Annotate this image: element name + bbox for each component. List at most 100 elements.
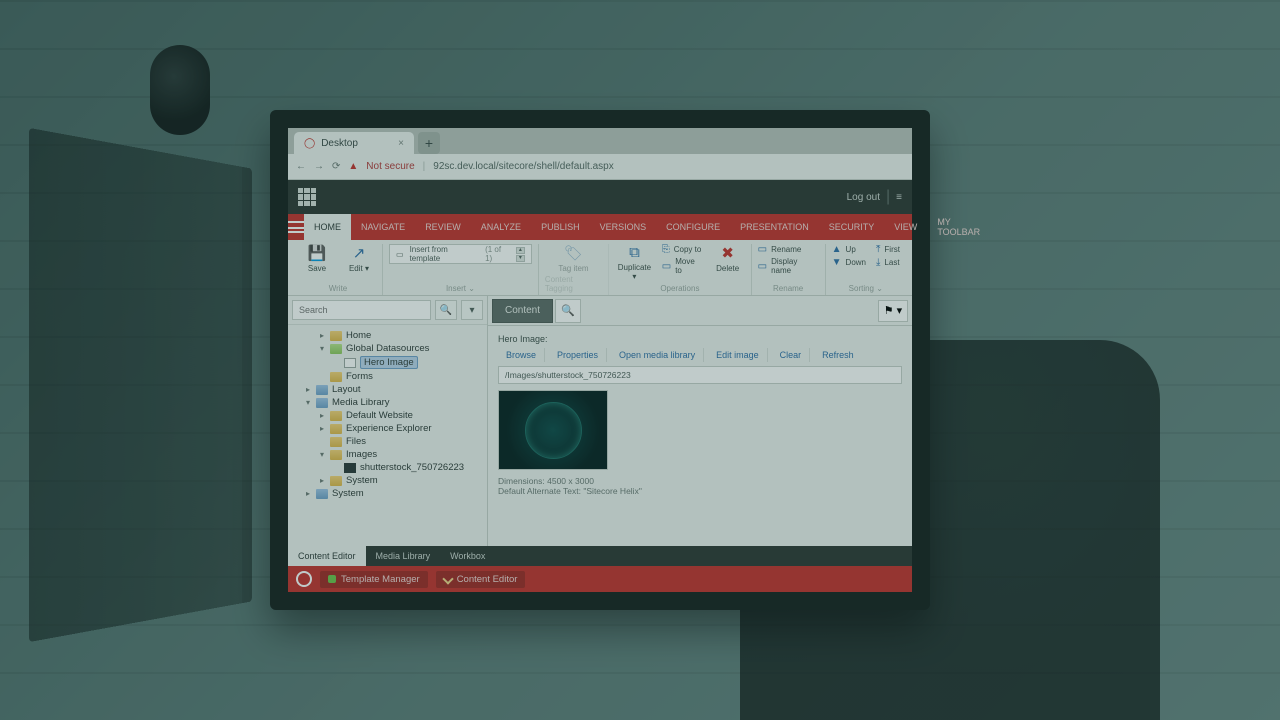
tree-node-global[interactable]: ▾Global Datasources	[290, 342, 485, 355]
browser-tabstrip: ◯ Desktop × +	[288, 128, 912, 154]
edit-button[interactable]: ↗Edit ▾	[342, 244, 376, 273]
image-alt-text: Default Alternate Text: "Sitecore Helix"	[498, 486, 902, 496]
app-launcher-icon[interactable]	[298, 188, 316, 206]
search-input[interactable]	[292, 300, 431, 320]
ribbon-group-insert: ▭ Insert from template (1 of 1) ▴▾ Inser…	[383, 244, 539, 295]
editor-tab-workbox[interactable]: Workbox	[440, 546, 495, 566]
url-divider: |	[423, 161, 426, 172]
tree-node-experience-explorer[interactable]: ▸Experience Explorer	[290, 422, 485, 435]
tree-node-images[interactable]: ▾Images	[290, 448, 485, 461]
search-dropdown[interactable]: ▾	[461, 300, 483, 320]
tree-node-layout[interactable]: ▸Layout	[290, 383, 485, 396]
editor-tab-media[interactable]: Media Library	[366, 546, 441, 566]
editor-tabs: Content Editor Media Library Workbox	[288, 546, 912, 566]
back-icon[interactable]: ←	[296, 161, 306, 172]
ribbon-group-sorting: ▲Up ▼Down ⤒First ⤓Last Sorting ⌄	[826, 244, 906, 295]
webcam	[150, 45, 210, 135]
save-button[interactable]: 💾Save	[300, 244, 334, 273]
ribbon-tab-versions[interactable]: VERSIONS	[590, 214, 657, 240]
move-first-button[interactable]: ⤒First	[876, 244, 900, 255]
tree-node-default-website[interactable]: ▸Default Website	[290, 409, 485, 422]
image-field-actions: Browse Properties Open media library Edi…	[498, 348, 902, 362]
ribbon-tab-configure[interactable]: CONFIGURE	[656, 214, 730, 240]
tree-pane: 🔍 ▾ ▸Home ▾Global Datasources Hero Image…	[288, 296, 488, 546]
display-name-button[interactable]: ▭Display name	[758, 257, 819, 275]
content-pane: Content 🔍 ⚑ ▾ Hero Image: Browse Propert…	[488, 296, 912, 546]
insert-from-template[interactable]: ▭ Insert from template (1 of 1) ▴▾	[389, 244, 532, 264]
not-secure-label: Not secure	[366, 161, 414, 172]
tree-node-system2[interactable]: ▸System	[290, 487, 485, 500]
ribbon-group-operations: ⧉Duplicate ▾ ⎘Copy to ▭Move to ✖Delete O…	[609, 244, 752, 295]
rename-icon: ▭	[758, 244, 767, 255]
copy-to-button[interactable]: ⎘Copy to	[662, 244, 703, 255]
displayname-icon: ▭	[758, 261, 767, 272]
save-icon: 💾	[308, 244, 327, 262]
refresh-link[interactable]: Refresh	[814, 348, 862, 362]
edit-image-link[interactable]: Edit image	[708, 348, 768, 362]
url-text[interactable]: 92sc.dev.local/sitecore/shell/default.as…	[433, 161, 613, 172]
ribbon-tab-analyze[interactable]: ANALYZE	[471, 214, 531, 240]
language-flag-button[interactable]: ⚑ ▾	[878, 300, 908, 322]
hamburger-icon[interactable]	[288, 214, 304, 240]
properties-link[interactable]: Properties	[549, 348, 607, 362]
browse-link[interactable]: Browse	[498, 348, 545, 362]
copy-icon: ⎘	[662, 244, 670, 255]
ribbon-tab-home[interactable]: HOME	[304, 214, 351, 240]
move-up-button[interactable]: ▲Up	[832, 244, 866, 255]
tag-item-button: 🏷Tag item	[556, 244, 590, 273]
tree-node-hero[interactable]: Hero Image	[290, 355, 485, 370]
tree-search-row: 🔍 ▾	[288, 296, 487, 325]
tree-node-forms[interactable]: Forms	[290, 370, 485, 383]
template-manager-chip[interactable]: Template Manager	[320, 571, 428, 588]
launch-bar: Template Manager Content Editor	[288, 566, 912, 592]
content-editor-chip[interactable]: Content Editor	[436, 571, 526, 588]
move-to-button[interactable]: ▭Move to	[662, 257, 703, 275]
clear-link[interactable]: Clear	[772, 348, 811, 362]
search-button[interactable]: 🔍	[435, 300, 457, 320]
edit-icon: ↗	[353, 244, 366, 262]
ribbon-tab-publish[interactable]: PUBLISH	[531, 214, 590, 240]
rename-button[interactable]: ▭Rename	[758, 244, 819, 255]
tree-node-home[interactable]: ▸Home	[290, 329, 485, 342]
tag-icon: 🏷	[564, 244, 583, 262]
body-split: 🔍 ▾ ▸Home ▾Global Datasources Hero Image…	[288, 296, 912, 546]
logout-link[interactable]: Log out	[847, 192, 880, 203]
move-last-button[interactable]: ⤓Last	[876, 257, 900, 268]
reload-icon[interactable]: ⟳	[332, 161, 340, 172]
open-media-library-link[interactable]: Open media library	[611, 348, 704, 362]
insert-spinner[interactable]: ▴▾	[516, 247, 525, 262]
ribbon-tab-presentation[interactable]: PRESENTATION	[730, 214, 819, 240]
new-tab-button[interactable]: +	[418, 132, 440, 154]
forward-icon[interactable]: →	[314, 161, 324, 172]
template-icon: ▭	[396, 250, 404, 259]
browser-tab[interactable]: ◯ Desktop ×	[294, 132, 414, 154]
content-search-button[interactable]: 🔍	[555, 299, 581, 323]
tree-node-system[interactable]: ▸System	[290, 474, 485, 487]
primary-monitor: ◯ Desktop × + ← → ⟳ ▲ Not secure | 92sc.…	[270, 110, 930, 610]
move-down-button[interactable]: ▼Down	[832, 257, 866, 268]
tree-node-image-file[interactable]: shutterstock_750726223	[290, 461, 485, 474]
ribbon-group-rename: ▭Rename ▭Display name Rename	[752, 244, 826, 295]
close-tab-icon[interactable]: ×	[398, 138, 404, 149]
content-tab[interactable]: Content	[492, 299, 553, 323]
first-icon: ⤒	[876, 244, 880, 255]
delete-button[interactable]: ✖Delete	[711, 244, 745, 273]
duplicate-button[interactable]: ⧉Duplicate ▾	[615, 244, 654, 281]
ribbon-tab-security[interactable]: SECURITY	[819, 214, 885, 240]
image-preview	[498, 390, 608, 470]
ribbon-group-write: 💾Save ↗Edit ▾ Write	[294, 244, 383, 295]
sitecore-logo-icon[interactable]	[296, 571, 312, 587]
topbar-divider: |	[886, 188, 890, 206]
tree-node-files[interactable]: Files	[290, 435, 485, 448]
ribbon-tab-view[interactable]: VIEW	[884, 214, 927, 240]
pencil-icon	[442, 573, 453, 584]
editor-tab-content[interactable]: Content Editor	[288, 546, 366, 566]
duplicate-icon: ⧉	[629, 244, 640, 261]
ribbon-tab-review[interactable]: REVIEW	[415, 214, 471, 240]
image-path: /Images/shutterstock_750726223	[498, 366, 902, 384]
tree-node-media[interactable]: ▾Media Library	[290, 396, 485, 409]
ribbon-group-tagging: 🏷Tag item Content Tagging	[539, 244, 609, 295]
ribbon-tab-mytoolbar[interactable]: MY TOOLBAR	[927, 214, 990, 240]
user-menu-icon[interactable]: ≡	[896, 192, 902, 203]
ribbon-tab-navigate[interactable]: NAVIGATE	[351, 214, 415, 240]
